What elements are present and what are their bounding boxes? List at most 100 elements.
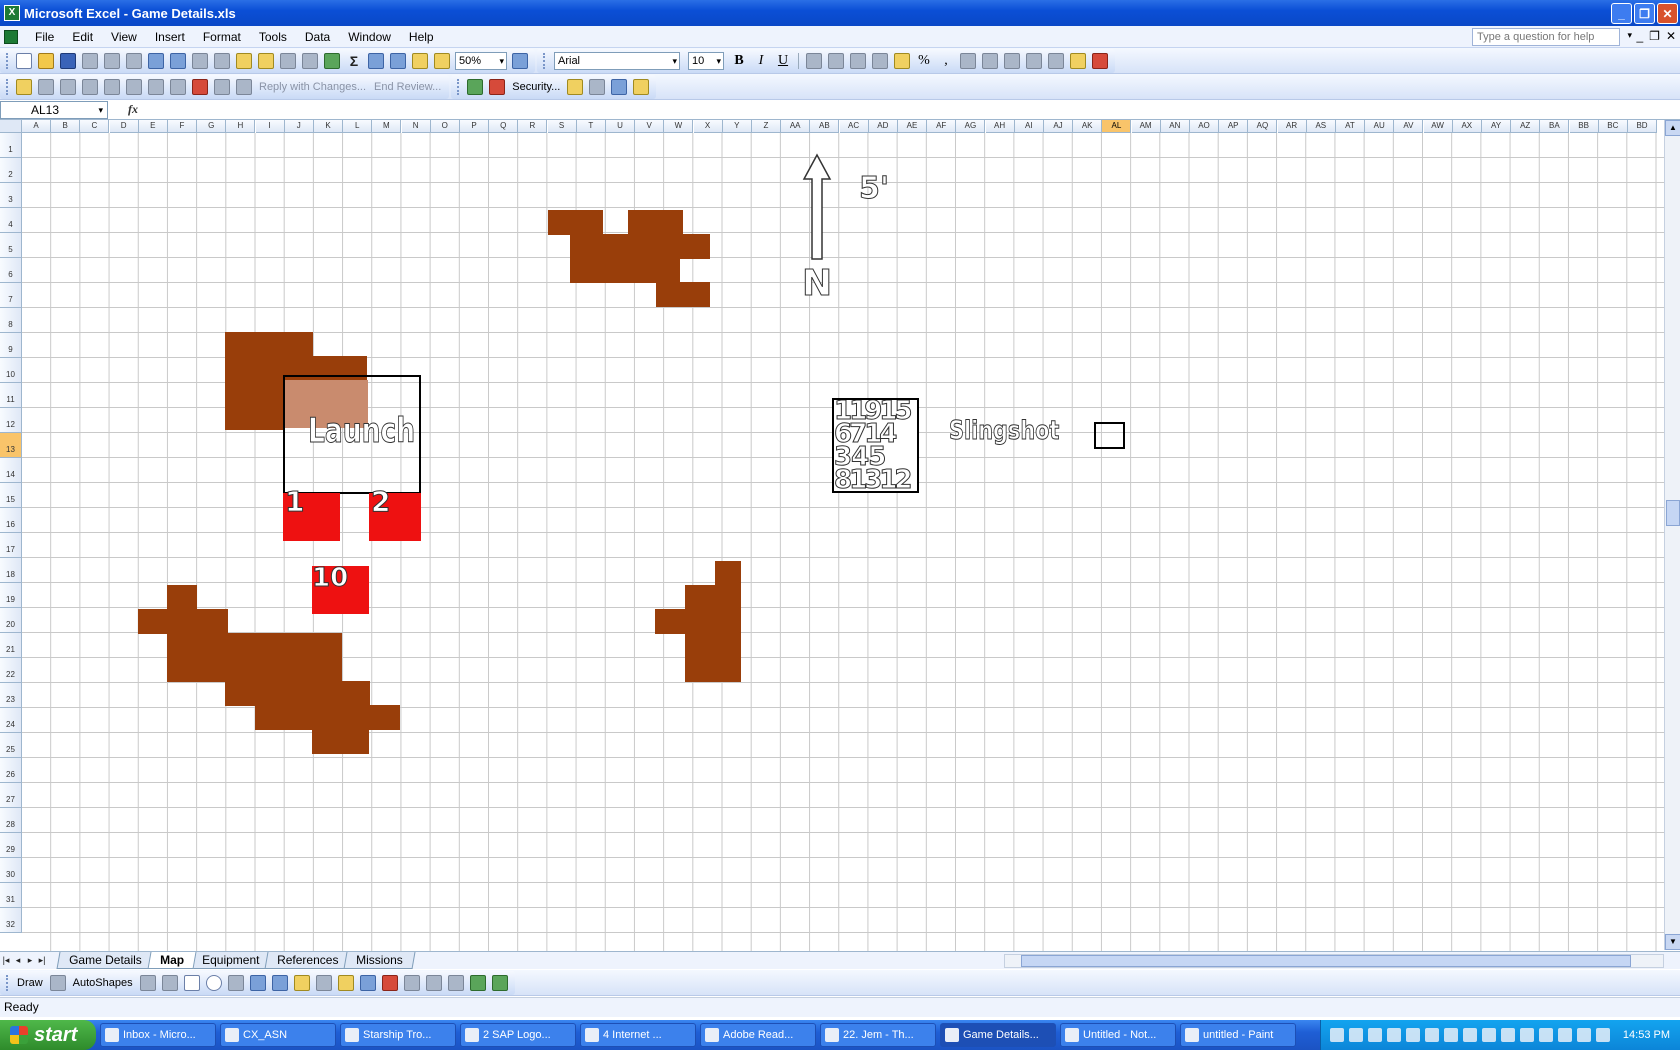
script-editor-icon[interactable]	[633, 78, 650, 95]
column-header-au[interactable]: AU	[1365, 120, 1395, 133]
zoom-select[interactable]: 50%	[455, 51, 507, 70]
column-header-am[interactable]: AM	[1131, 120, 1161, 133]
column-header-aj[interactable]: AJ	[1044, 120, 1073, 133]
column-header-t[interactable]: T	[576, 120, 606, 133]
column-header-n[interactable]: N	[401, 120, 431, 133]
font-size-select[interactable]: 10	[688, 51, 724, 70]
target-number-grid[interactable]: 11915 6714 345 81312	[832, 398, 919, 493]
column-header-u[interactable]: U	[606, 120, 635, 133]
chart-wizard-icon[interactable]	[412, 52, 428, 69]
column-header-d[interactable]: D	[109, 120, 139, 133]
sheet-tab-game-details[interactable]: Game Details	[56, 952, 155, 969]
next-sheet-icon[interactable]: ▸	[24, 955, 36, 966]
column-header-o[interactable]: O	[430, 120, 460, 133]
drawing-icon[interactable]	[434, 52, 450, 69]
draw-menu-button[interactable]: Draw	[17, 977, 43, 989]
column-header-c[interactable]: C	[80, 120, 110, 133]
align-center-icon[interactable]	[828, 52, 844, 69]
row-header-18[interactable]: 18	[0, 558, 22, 583]
align-left-icon[interactable]	[806, 52, 822, 69]
menu-view[interactable]: View	[102, 26, 146, 48]
rock-obstacle[interactable]	[685, 633, 741, 658]
row-header-7[interactable]: 7	[0, 283, 22, 308]
column-header-j[interactable]: J	[284, 120, 314, 133]
vertical-scroll-thumb[interactable]	[1666, 500, 1680, 526]
new-icon[interactable]	[16, 52, 32, 69]
row-header-22[interactable]: 22	[0, 658, 22, 683]
column-header-b[interactable]: B	[51, 120, 81, 133]
rock-obstacle[interactable]	[167, 585, 197, 610]
rock-obstacle[interactable]	[570, 258, 680, 283]
column-header-ae[interactable]: AE	[898, 120, 927, 133]
menu-insert[interactable]: Insert	[146, 26, 194, 48]
spelling-icon[interactable]	[148, 52, 164, 69]
column-header-q[interactable]: Q	[489, 120, 519, 133]
column-header-e[interactable]: E	[138, 120, 168, 133]
undo-icon[interactable]	[280, 52, 296, 69]
column-header-at[interactable]: AT	[1336, 120, 1365, 133]
bold-button[interactable]: B	[730, 52, 748, 70]
sheet-tab-references[interactable]: References	[264, 952, 351, 969]
row-header-11[interactable]: 11	[0, 383, 22, 408]
row-header-17[interactable]: 17	[0, 533, 22, 558]
column-header-ag[interactable]: AG	[956, 120, 986, 133]
clip-art-icon[interactable]	[293, 974, 310, 991]
taskbar-button-jem[interactable]: 22. Jem - Th...	[820, 1023, 936, 1047]
column-header-ao[interactable]: AO	[1190, 120, 1219, 133]
taskbar-button-game-details[interactable]: Game Details...	[940, 1023, 1056, 1047]
toolbar-grip[interactable]	[543, 52, 546, 69]
shadow-style-icon[interactable]	[469, 974, 486, 991]
column-header-ar[interactable]: AR	[1277, 120, 1307, 133]
column-header-i[interactable]: I	[255, 120, 285, 133]
paste-icon[interactable]	[236, 52, 252, 69]
start-button[interactable]: start	[0, 1020, 96, 1050]
column-header-s[interactable]: S	[547, 120, 577, 133]
line-style-icon[interactable]	[403, 974, 420, 991]
line-icon[interactable]	[139, 974, 156, 991]
tray-icon[interactable]	[1538, 1028, 1553, 1042]
tray-icon[interactable]	[1386, 1028, 1401, 1042]
row-header-29[interactable]: 29	[0, 833, 22, 858]
run-macro-icon[interactable]	[467, 78, 484, 95]
taskbar-button-sap-logo[interactable]: 2 SAP Logo...	[460, 1023, 576, 1047]
toolbar-grip[interactable]	[457, 78, 460, 95]
tray-icon[interactable]	[1367, 1028, 1382, 1042]
column-header-aa[interactable]: AA	[781, 120, 811, 133]
previous-comment-icon[interactable]	[60, 78, 76, 95]
help-icon[interactable]	[512, 52, 528, 69]
borders-icon[interactable]	[1048, 52, 1064, 69]
formula-input[interactable]	[158, 101, 1680, 119]
draw-fill-color-icon[interactable]	[337, 974, 354, 991]
reply-changes-icon[interactable]	[236, 78, 252, 95]
tray-icon[interactable]	[1576, 1028, 1591, 1042]
column-header-ad[interactable]: AD	[868, 120, 898, 133]
percent-button[interactable]: %	[915, 52, 933, 70]
menu-tools[interactable]: Tools	[250, 26, 296, 48]
record-macro-icon[interactable]	[489, 78, 506, 95]
column-header-k[interactable]: K	[314, 120, 343, 133]
oval-icon[interactable]	[205, 974, 222, 991]
fill-color-icon[interactable]	[1070, 52, 1086, 69]
row-header-16[interactable]: 16	[0, 508, 22, 533]
column-header-an[interactable]: AN	[1160, 120, 1190, 133]
comma-button[interactable]: ,	[937, 52, 955, 70]
row-header-31[interactable]: 31	[0, 883, 22, 908]
security-button[interactable]: Security...	[512, 81, 560, 93]
minimize-button[interactable]: _	[1611, 3, 1632, 24]
rock-obstacle[interactable]	[548, 210, 603, 235]
diagram-icon[interactable]	[271, 974, 288, 991]
row-header-6[interactable]: 6	[0, 258, 22, 283]
column-header-f[interactable]: F	[168, 120, 197, 133]
format-painter-icon[interactable]	[258, 52, 274, 69]
menu-file[interactable]: File	[26, 26, 63, 48]
horizontal-scrollbar[interactable]	[1004, 954, 1664, 968]
column-header-ba[interactable]: BA	[1540, 120, 1570, 133]
tray-icon[interactable]	[1500, 1028, 1515, 1042]
increase-decimal-icon[interactable]	[960, 52, 976, 69]
rock-obstacle[interactable]	[655, 609, 741, 634]
sheet-tab-missions[interactable]: Missions	[343, 952, 416, 969]
row-header-24[interactable]: 24	[0, 708, 22, 733]
menu-window[interactable]: Window	[339, 26, 400, 48]
column-header-aq[interactable]: AQ	[1248, 120, 1278, 133]
rock-obstacle[interactable]	[225, 404, 285, 429]
